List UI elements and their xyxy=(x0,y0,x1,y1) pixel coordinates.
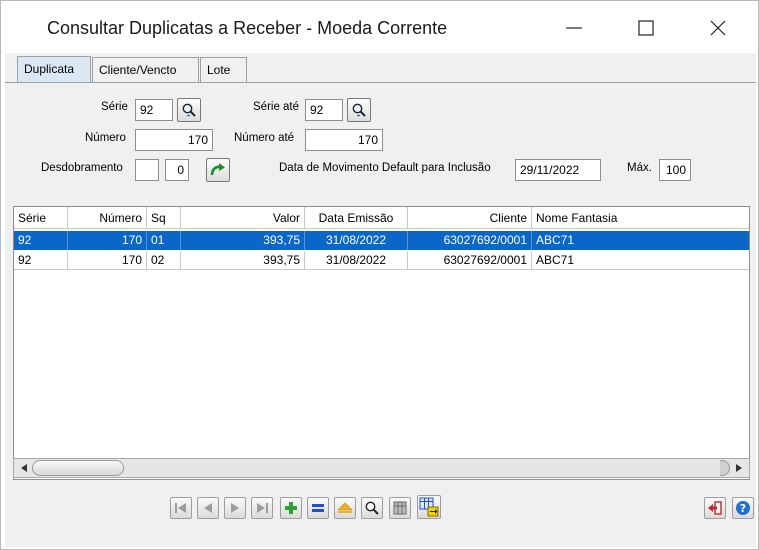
table-row[interactable]: 92 170 01 393,75 31/08/2022 63027692/000… xyxy=(14,231,749,250)
redo-arrow-icon xyxy=(210,163,225,176)
main-window: Consultar Duplicatas a Receber - Moeda C… xyxy=(0,0,759,550)
serie-ate-label: Série até xyxy=(253,101,300,113)
data-movimento-label: Data de Movimento Default para Inclusão xyxy=(279,162,491,174)
arrow-left-icon xyxy=(21,464,27,472)
help-icon: ? xyxy=(736,501,750,515)
tab-duplicata[interactable]: Duplicata xyxy=(17,56,91,83)
add-icon xyxy=(285,502,297,514)
col-sq[interactable]: Sq xyxy=(147,207,181,229)
export-button[interactable] xyxy=(417,495,441,519)
cell-numero: 170 xyxy=(68,231,147,250)
export-icon xyxy=(419,497,439,517)
grid-header: Série Número Sq Valor Data Emissão Clien… xyxy=(14,207,749,229)
search-button[interactable] xyxy=(361,497,383,519)
numero-ate-input[interactable]: 170 xyxy=(305,129,383,151)
last-record-icon xyxy=(257,503,268,513)
col-numero[interactable]: Número xyxy=(68,207,147,229)
cell-data-emissao: 31/08/2022 xyxy=(305,231,408,250)
cell-valor: 393,75 xyxy=(181,251,305,270)
scroll-end-cap xyxy=(720,460,730,476)
serie-lookup-button[interactable] xyxy=(177,98,201,122)
scroll-left-button[interactable] xyxy=(16,461,32,475)
serie-label: Série xyxy=(101,101,128,113)
close-button[interactable] xyxy=(695,11,741,45)
tab-cliente-vencto[interactable]: Cliente/Vencto xyxy=(92,57,199,83)
col-valor[interactable]: Valor xyxy=(181,207,305,229)
col-cliente[interactable]: Cliente xyxy=(408,207,532,229)
exit-icon xyxy=(708,501,722,515)
desdobramento-input-1[interactable] xyxy=(135,159,159,181)
grid-view-button[interactable] xyxy=(389,497,411,519)
equals-icon xyxy=(312,504,324,512)
data-movimento-input[interactable]: 29/11/2022 xyxy=(515,159,601,181)
tab-divider xyxy=(5,82,756,83)
refresh-button[interactable] xyxy=(206,158,230,182)
serie-ate-lookup-button[interactable] xyxy=(347,98,371,122)
scroll-thumb[interactable] xyxy=(32,460,124,476)
cell-cliente: 63027692/0001 xyxy=(408,251,532,270)
first-record-button[interactable] xyxy=(170,497,192,519)
cell-numero: 170 xyxy=(68,251,147,270)
maximize-icon xyxy=(638,20,654,36)
horizontal-scrollbar[interactable] xyxy=(13,458,750,478)
title-bar: Consultar Duplicatas a Receber - Moeda C… xyxy=(1,1,758,53)
serie-input[interactable]: 92 xyxy=(135,99,173,121)
window-title: Consultar Duplicatas a Receber - Moeda C… xyxy=(47,18,448,38)
cell-data-emissao: 31/08/2022 xyxy=(305,251,408,270)
max-label: Máx. xyxy=(627,162,652,174)
numero-ate-label: Número até xyxy=(234,132,295,144)
last-record-button[interactable] xyxy=(251,497,273,519)
numero-input[interactable]: 170 xyxy=(135,129,213,151)
scroll-right-button[interactable] xyxy=(731,461,747,475)
equals-button[interactable] xyxy=(307,497,329,519)
next-record-button[interactable] xyxy=(224,497,246,519)
cell-serie: 92 xyxy=(14,251,68,270)
search-icon xyxy=(352,103,366,117)
search-icon xyxy=(365,501,379,515)
desdobramento-input-2[interactable]: 0 xyxy=(165,159,189,181)
tab-lote[interactable]: Lote xyxy=(200,57,247,83)
prev-record-icon xyxy=(204,503,212,513)
desdobramento-label: Desdobramento xyxy=(41,162,123,174)
prev-record-button[interactable] xyxy=(197,497,219,519)
col-serie[interactable]: Série xyxy=(14,207,68,229)
grid-view-icon xyxy=(393,501,407,515)
table-row[interactable]: 92 170 02 393,75 31/08/2022 63027692/000… xyxy=(14,251,749,270)
eject-icon xyxy=(337,502,353,513)
col-data-emissao[interactable]: Data Emissão xyxy=(305,207,408,229)
eject-button[interactable] xyxy=(334,497,356,519)
minimize-button[interactable] xyxy=(551,11,597,45)
cell-valor: 393,75 xyxy=(181,231,305,250)
svg-text:?: ? xyxy=(740,502,746,515)
tab-strip: Duplicata Cliente/Vencto Lote xyxy=(5,53,756,83)
next-record-icon xyxy=(231,503,239,513)
arrow-right-icon xyxy=(736,464,742,472)
cell-sq: 01 xyxy=(147,231,181,250)
minimize-icon xyxy=(566,27,582,29)
cell-sq: 02 xyxy=(147,251,181,270)
duplicatas-grid[interactable]: Série Número Sq Valor Data Emissão Clien… xyxy=(13,206,750,480)
help-button[interactable]: ? xyxy=(732,497,754,519)
numero-label: Número xyxy=(85,132,126,144)
search-icon xyxy=(182,103,196,117)
serie-ate-input[interactable]: 92 xyxy=(305,99,343,121)
maximize-button[interactable] xyxy=(623,11,669,45)
col-nome-fantasia[interactable]: Nome Fantasia xyxy=(532,207,749,229)
cell-serie: 92 xyxy=(14,231,68,250)
cell-cliente: 63027692/0001 xyxy=(408,231,532,250)
first-record-icon xyxy=(175,503,186,513)
cell-nome-fantasia: ABC71 xyxy=(536,253,575,267)
close-icon xyxy=(710,20,726,36)
max-input[interactable]: 100 xyxy=(659,159,691,181)
add-button[interactable] xyxy=(280,497,302,519)
exit-button[interactable] xyxy=(704,497,726,519)
cell-nome-fantasia: ABC71 xyxy=(536,233,575,247)
